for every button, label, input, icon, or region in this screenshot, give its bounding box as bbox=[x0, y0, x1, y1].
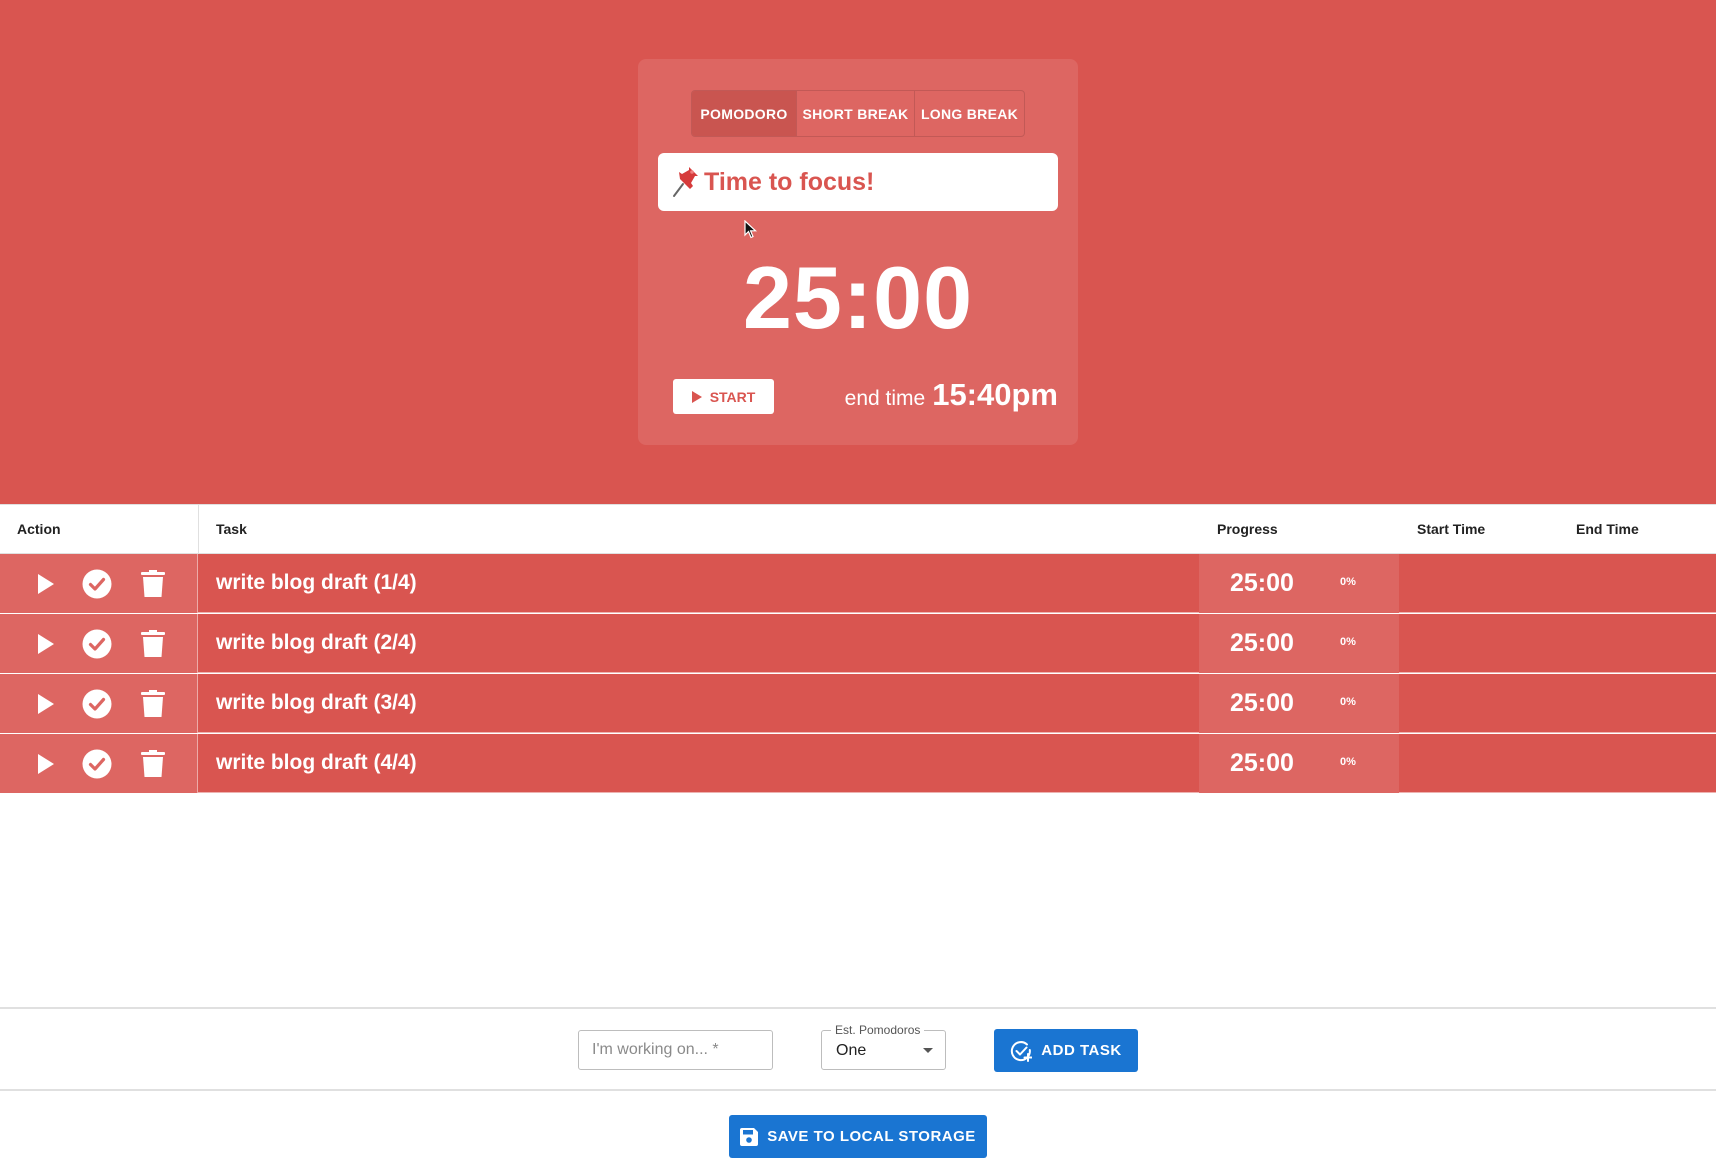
task-row: write blog draft (2/4) 25:00 0% bbox=[0, 614, 1716, 673]
progress-cell bbox=[1199, 734, 1399, 793]
start-label: START bbox=[709, 388, 756, 405]
progress-percent: 0% bbox=[1340, 756, 1356, 768]
est-pomodoros-select[interactable]: Est. Pomodoros One bbox=[821, 1023, 946, 1070]
progress-cell bbox=[1199, 674, 1399, 733]
floppy-disk-icon bbox=[740, 1127, 759, 1146]
tab-long-break[interactable]: LONG BREAK bbox=[914, 91, 1024, 136]
add-task-icon bbox=[1011, 1040, 1033, 1062]
task-row: write blog draft (1/4) 25:00 0% bbox=[0, 554, 1716, 613]
task-table-header: Action Task Progress Start Time End Time bbox=[0, 504, 1716, 555]
column-header-task: Task bbox=[216, 521, 247, 537]
check-circle-icon[interactable] bbox=[82, 569, 112, 599]
column-header-start-time: Start Time bbox=[1417, 521, 1486, 537]
timer-card: POMODORO SHORT BREAK LONG BREAK Time to … bbox=[638, 59, 1078, 445]
mode-tabs: POMODORO SHORT BREAK LONG BREAK bbox=[691, 90, 1025, 137]
progress-percent: 0% bbox=[1340, 696, 1356, 708]
end-time-value: 15:40pm bbox=[932, 377, 1058, 412]
task-name: write blog draft (4/4) bbox=[216, 751, 417, 774]
progress-percent: 0% bbox=[1340, 636, 1356, 648]
timer-display: 25:00 bbox=[742, 248, 974, 347]
pushpin-icon bbox=[673, 167, 698, 197]
add-task-label: ADD TASK bbox=[1041, 1042, 1122, 1059]
progress-percent: 0% bbox=[1340, 576, 1356, 588]
task-input[interactable] bbox=[578, 1030, 773, 1070]
add-task-button[interactable]: ADD TASK bbox=[994, 1029, 1138, 1072]
progress-time: 25:00 bbox=[1230, 569, 1294, 597]
header-divider bbox=[198, 505, 199, 555]
mouse-cursor-icon bbox=[744, 220, 758, 239]
timer-section: POMODORO SHORT BREAK LONG BREAK Time to … bbox=[0, 0, 1716, 504]
save-to-local-storage-button[interactable]: SAVE TO LOCAL STORAGE bbox=[729, 1115, 987, 1158]
task-name: write blog draft (3/4) bbox=[216, 691, 417, 714]
est-pomodoros-label: Est. Pomodoros bbox=[831, 1023, 925, 1037]
trash-icon[interactable] bbox=[141, 750, 165, 777]
tab-pomodoro[interactable]: POMODORO bbox=[692, 91, 796, 136]
progress-cell bbox=[1199, 614, 1399, 673]
trash-icon[interactable] bbox=[141, 630, 165, 657]
play-icon bbox=[691, 390, 702, 403]
task-row: write blog draft (3/4) 25:00 0% bbox=[0, 674, 1716, 733]
task-row: write blog draft (4/4) 25:00 0% bbox=[0, 734, 1716, 793]
task-actions bbox=[0, 734, 198, 793]
end-time: end time 15:40pm bbox=[845, 377, 1058, 413]
play-icon[interactable] bbox=[36, 694, 56, 714]
focus-message-box: Time to focus! bbox=[658, 153, 1058, 211]
progress-cell bbox=[1199, 554, 1399, 613]
task-actions bbox=[0, 554, 198, 613]
check-circle-icon[interactable] bbox=[82, 629, 112, 659]
caret-down-icon bbox=[923, 1048, 933, 1053]
column-header-end-time: End Time bbox=[1576, 521, 1639, 537]
check-circle-icon[interactable] bbox=[82, 689, 112, 719]
end-time-label: end time bbox=[844, 387, 926, 410]
column-header-progress: Progress bbox=[1217, 521, 1278, 537]
check-circle-icon[interactable] bbox=[82, 749, 112, 779]
progress-time: 25:00 bbox=[1230, 629, 1294, 657]
task-actions bbox=[0, 614, 198, 673]
save-label: SAVE TO LOCAL STORAGE bbox=[767, 1128, 976, 1145]
play-icon[interactable] bbox=[36, 754, 56, 774]
task-name: write blog draft (2/4) bbox=[216, 631, 417, 654]
focus-message: Time to focus! bbox=[704, 167, 875, 196]
task-actions bbox=[0, 674, 198, 733]
est-pomodoros-value: One bbox=[836, 1042, 867, 1059]
column-header-action: Action bbox=[17, 521, 61, 537]
play-icon[interactable] bbox=[36, 634, 56, 654]
trash-icon[interactable] bbox=[141, 690, 165, 717]
start-button[interactable]: START bbox=[673, 379, 774, 414]
task-name: write blog draft (1/4) bbox=[216, 571, 417, 594]
add-task-form: Est. Pomodoros One ADD TASK bbox=[0, 1007, 1716, 1091]
progress-time: 25:00 bbox=[1230, 749, 1294, 777]
play-icon[interactable] bbox=[36, 574, 56, 594]
tab-short-break[interactable]: SHORT BREAK bbox=[796, 91, 914, 136]
progress-time: 25:00 bbox=[1230, 689, 1294, 717]
trash-icon[interactable] bbox=[141, 570, 165, 597]
